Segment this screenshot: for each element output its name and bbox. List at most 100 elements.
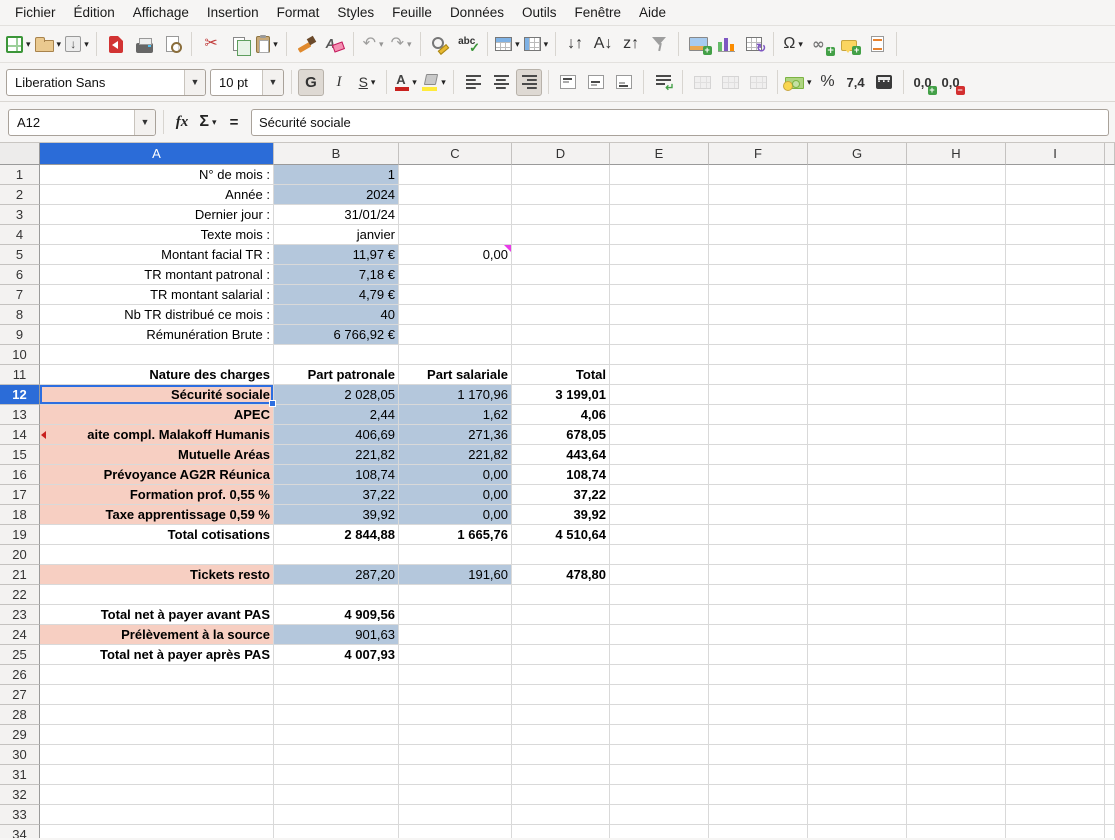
cell-F5[interactable] [709, 245, 808, 265]
italic-button[interactable]: I [326, 69, 352, 96]
column-header-E[interactable]: E [610, 143, 709, 165]
cell-C22[interactable] [399, 585, 512, 605]
special-character-dropdown-icon[interactable]: ▾ [798, 39, 803, 50]
cell-I11[interactable] [1006, 365, 1105, 385]
row-header-15[interactable]: 15 [0, 445, 40, 465]
row-header-1[interactable]: 1 [0, 165, 40, 185]
row-header-20[interactable]: 20 [0, 545, 40, 565]
cell-E27[interactable] [610, 685, 709, 705]
cell-B34[interactable] [274, 825, 399, 838]
paste-button[interactable]: ▾ [254, 31, 280, 58]
cell-A14[interactable]: aite compl. Malakoff Humanis [40, 425, 274, 445]
cell-C7[interactable] [399, 285, 512, 305]
cell-G1[interactable] [808, 165, 907, 185]
cell-I10[interactable] [1006, 345, 1105, 365]
cell-H22[interactable] [907, 585, 1006, 605]
cell-G4[interactable] [808, 225, 907, 245]
row-header-26[interactable]: 26 [0, 665, 40, 685]
cell-D8[interactable] [512, 305, 610, 325]
column-header-G[interactable]: G [808, 143, 907, 165]
cell-F17[interactable] [709, 485, 808, 505]
cell-F18[interactable] [709, 505, 808, 525]
function-wizard-button[interactable]: fx [170, 109, 194, 135]
cell-D6[interactable] [512, 265, 610, 285]
redo-button[interactable]: ↷▾ [388, 31, 414, 58]
cell-G29[interactable] [808, 725, 907, 745]
row-header-30[interactable]: 30 [0, 745, 40, 765]
formula-input[interactable]: Sécurité sociale [251, 109, 1109, 136]
column-header-I[interactable]: I [1006, 143, 1105, 165]
row-header-7[interactable]: 7 [0, 285, 40, 305]
cell-A19[interactable]: Total cotisations [40, 525, 274, 545]
column-header-C[interactable]: C [399, 143, 512, 165]
cell-F6[interactable] [709, 265, 808, 285]
cell-I13[interactable] [1006, 405, 1105, 425]
cell-A24[interactable]: Prélèvement à la source [40, 625, 274, 645]
cell-B4[interactable]: janvier [274, 225, 399, 245]
align-bottom-button[interactable] [611, 69, 637, 96]
cell-C28[interactable] [399, 705, 512, 725]
cell-G15[interactable] [808, 445, 907, 465]
highlighting-color-button[interactable]: ▾ [421, 69, 447, 96]
cell-D20[interactable] [512, 545, 610, 565]
cell-A12[interactable]: Sécurité sociale [40, 385, 274, 405]
date-format-button[interactable] [871, 69, 897, 96]
cell-D21[interactable]: 478,80 [512, 565, 610, 585]
cell-F12[interactable] [709, 385, 808, 405]
cell-E19[interactable] [610, 525, 709, 545]
cell-B1[interactable]: 1 [274, 165, 399, 185]
cell-D11[interactable]: Total [512, 365, 610, 385]
cell-A34[interactable] [40, 825, 274, 838]
cell-A30[interactable] [40, 745, 274, 765]
row-header-31[interactable]: 31 [0, 765, 40, 785]
cell-G7[interactable] [808, 285, 907, 305]
cell-B7[interactable]: 4,79 € [274, 285, 399, 305]
cell-B16[interactable]: 108,74 [274, 465, 399, 485]
cell-E31[interactable] [610, 765, 709, 785]
cell-A16[interactable]: Prévoyance AG2R Réunica [40, 465, 274, 485]
name-box-dropdown-icon[interactable]: ▼ [134, 110, 155, 135]
cell-I9[interactable] [1006, 325, 1105, 345]
cell-C14[interactable]: 271,36 [399, 425, 512, 445]
cell-D29[interactable] [512, 725, 610, 745]
cell-B18[interactable]: 39,92 [274, 505, 399, 525]
autofilter-button[interactable] [646, 31, 672, 58]
spelling-button[interactable] [455, 31, 481, 58]
cell-D34[interactable] [512, 825, 610, 838]
cell-A20[interactable] [40, 545, 274, 565]
row-header-16[interactable]: 16 [0, 465, 40, 485]
cell-E4[interactable] [610, 225, 709, 245]
paste-dropdown-icon[interactable]: ▾ [273, 39, 278, 50]
font-color-button[interactable]: ▾ [393, 69, 419, 96]
font-name-combo[interactable]: Liberation Sans ▼ [6, 69, 206, 96]
cell-C25[interactable] [399, 645, 512, 665]
cell-A5[interactable]: Montant facial TR : [40, 245, 274, 265]
cell-I29[interactable] [1006, 725, 1105, 745]
cell-A27[interactable] [40, 685, 274, 705]
cell-B27[interactable] [274, 685, 399, 705]
cell-C18[interactable]: 0,00 [399, 505, 512, 525]
cell-H31[interactable] [907, 765, 1006, 785]
cell-E32[interactable] [610, 785, 709, 805]
cell-B33[interactable] [274, 805, 399, 825]
cell-B2[interactable]: 2024 [274, 185, 399, 205]
font-size-combo[interactable]: 10 pt ▼ [210, 69, 284, 96]
insert-chart-button[interactable] [713, 31, 739, 58]
cell-F22[interactable] [709, 585, 808, 605]
cell-G3[interactable] [808, 205, 907, 225]
cell-A23[interactable]: Total net à payer avant PAS [40, 605, 274, 625]
cell-A22[interactable] [40, 585, 274, 605]
cell-H14[interactable] [907, 425, 1006, 445]
cell-F31[interactable] [709, 765, 808, 785]
cell-A2[interactable]: Année : [40, 185, 274, 205]
cell-F23[interactable] [709, 605, 808, 625]
insert-comment-button[interactable]: + [836, 31, 862, 58]
cell-B10[interactable] [274, 345, 399, 365]
cell-H32[interactable] [907, 785, 1006, 805]
underline-button[interactable]: S▾ [354, 69, 380, 96]
cell-G18[interactable] [808, 505, 907, 525]
cell-C32[interactable] [399, 785, 512, 805]
cell-E17[interactable] [610, 485, 709, 505]
undo-dropdown-icon[interactable]: ▾ [379, 39, 384, 50]
cell-C1[interactable] [399, 165, 512, 185]
